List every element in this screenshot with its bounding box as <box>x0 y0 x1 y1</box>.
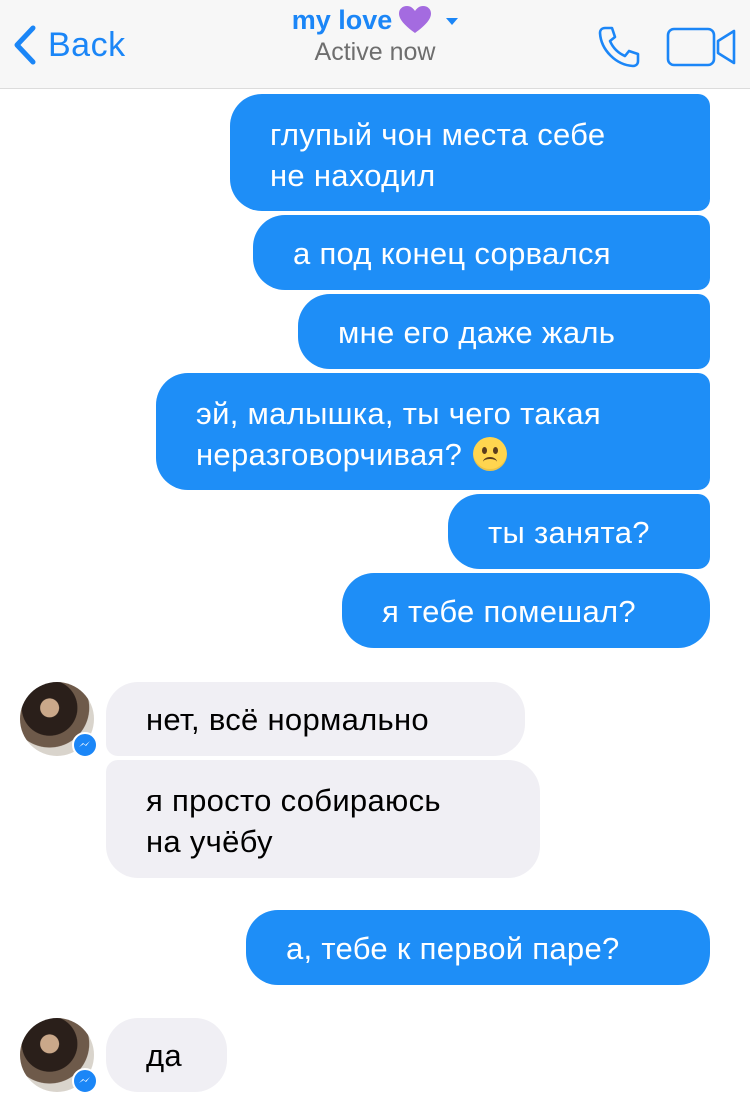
message-text: ты занята? <box>488 515 650 550</box>
message-text: я тебе помешал? <box>382 594 636 629</box>
message-text: я просто собираюсь на учёбу <box>146 783 441 859</box>
video-call-button[interactable] <box>666 27 738 67</box>
chat-header: Back my love Active now <box>0 0 750 89</box>
message-text: а, тебе к первой паре? <box>286 931 620 966</box>
message-outgoing[interactable]: ты занята? <box>448 494 710 569</box>
message-outgoing[interactable]: а, тебе к первой паре? <box>246 910 710 985</box>
video-camera-icon <box>666 27 738 71</box>
message-text: мне его даже жаль <box>338 315 616 350</box>
phone-icon <box>596 26 642 74</box>
contact-avatar[interactable] <box>20 682 98 758</box>
message-text: глупый чон места себе не находил <box>270 117 606 193</box>
message-outgoing[interactable]: я тебе помешал? <box>342 573 710 648</box>
message-text: нет, всё нормально <box>146 702 429 737</box>
messenger-icon <box>72 732 98 758</box>
message-text: а под конец сорвался <box>293 236 611 271</box>
back-button[interactable]: Back <box>12 22 126 68</box>
messenger-icon <box>72 1068 98 1094</box>
chevron-left-icon <box>12 25 38 65</box>
message-incoming[interactable]: да <box>106 1018 227 1092</box>
message-outgoing[interactable]: а под конец сорвался <box>253 215 710 290</box>
message-outgoing[interactable]: глупый чон места себе не находил <box>230 94 710 211</box>
conversation-title-area[interactable]: my love Active now <box>225 2 525 67</box>
message-outgoing[interactable]: мне его даже жаль <box>298 294 710 369</box>
active-status: Active now <box>314 38 436 66</box>
message-text: да <box>146 1038 182 1073</box>
purple-heart-icon <box>398 5 432 35</box>
back-label: Back <box>48 25 126 64</box>
message-text: эй, малышка, ты чего такая неразговорчив… <box>196 396 601 472</box>
call-button[interactable] <box>596 24 642 70</box>
contact-avatar[interactable] <box>20 1018 98 1094</box>
contact-name: my love <box>291 4 393 35</box>
message-incoming[interactable]: нет, всё нормально <box>106 682 525 756</box>
caret-down-icon[interactable] <box>446 17 459 25</box>
message-incoming[interactable]: я просто собираюсь на учёбу <box>106 760 540 878</box>
frowning-face-icon <box>473 437 508 471</box>
message-outgoing[interactable]: эй, малышка, ты чего такая неразговорчив… <box>156 373 710 490</box>
